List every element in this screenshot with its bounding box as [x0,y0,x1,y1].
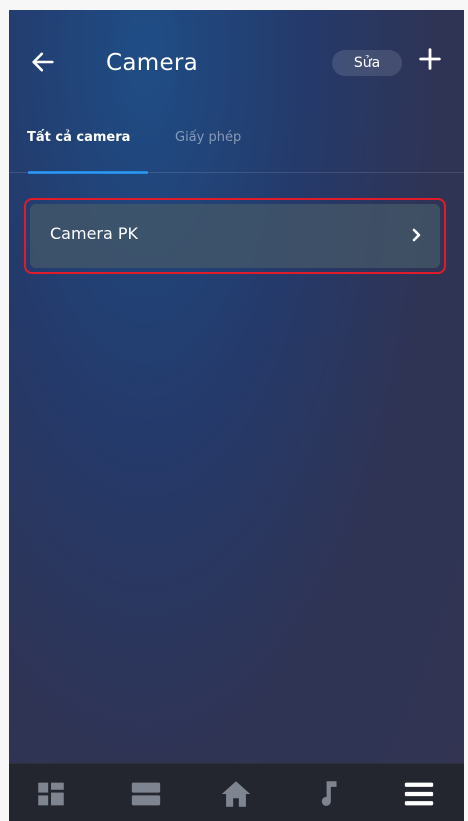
tab-bar: Tất cả camera Giấy phép [9,118,464,180]
bottom-navigation [9,763,464,821]
camera-name: Camera PK [50,224,139,243]
chevron-right-icon [408,224,426,246]
menu-icon [404,782,434,806]
tab-all-cameras[interactable]: Tất cả camera [27,130,130,145]
rooms-list-icon [131,782,161,806]
add-camera-button[interactable] [416,45,448,77]
page-title: Camera [106,50,199,76]
nav-music[interactable] [311,777,345,811]
screenshot-frame: Camera Sửa Tất cả camera Giấy phép Camer… [0,0,468,821]
back-button[interactable] [29,48,61,80]
nav-home[interactable] [219,777,253,811]
camera-list-item[interactable]: Camera PK [24,198,446,274]
tab-divider [9,172,464,173]
home-icon [221,781,251,807]
app-header: Camera Sửa [9,10,464,110]
arrow-left-icon [32,52,54,72]
nav-rooms[interactable] [129,777,163,811]
camera-list-item-body: Camera PK [30,204,440,268]
edit-button[interactable]: Sửa [332,50,402,76]
dashboard-grid-icon [38,782,64,806]
nav-menu[interactable] [402,777,436,811]
app-screen: Camera Sửa Tất cả camera Giấy phép Camer… [9,10,464,821]
tab-licenses[interactable]: Giấy phép [175,130,241,145]
nav-dashboard[interactable] [34,777,68,811]
music-note-icon [321,781,337,806]
plus-icon [419,48,441,70]
